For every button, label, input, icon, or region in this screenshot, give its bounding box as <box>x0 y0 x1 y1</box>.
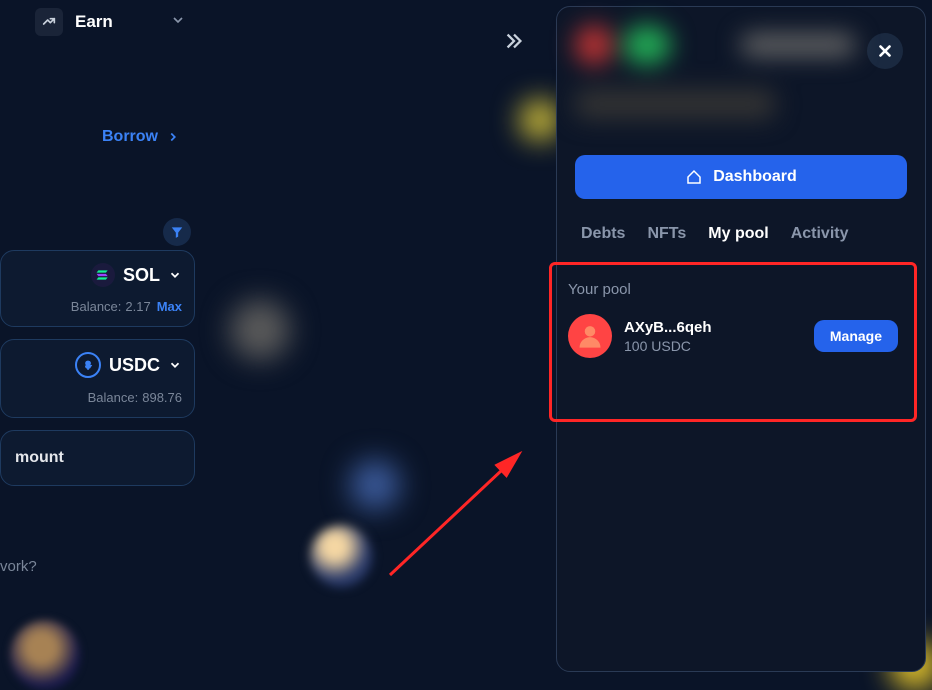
dashboard-button[interactable]: Dashboard <box>575 155 907 199</box>
chevron-down-icon[interactable] <box>168 358 182 372</box>
home-icon <box>685 168 703 186</box>
sol-balance-value: 2.17 <box>125 299 150 314</box>
collapse-button[interactable] <box>503 30 525 57</box>
sol-token-name: SOL <box>123 265 160 286</box>
pool-avatar <box>568 314 612 358</box>
manage-button[interactable]: Manage <box>814 320 898 352</box>
decorative-orb <box>310 525 372 587</box>
top-nav: Earn <box>35 8 186 36</box>
tab-debts[interactable]: Debts <box>581 225 625 243</box>
tab-nfts[interactable]: NFTs <box>647 225 686 243</box>
left-panel: SOL Balance: 2.17 Max $ USDC Balance: 89… <box>0 250 195 486</box>
pool-id: AXyB...6qeh <box>624 319 802 336</box>
tab-mypool[interactable]: My pool <box>708 225 768 243</box>
wallet-header-blurred <box>575 25 855 145</box>
chevron-double-right-icon <box>503 30 525 52</box>
pool-amount: 100 USDC <box>624 338 802 354</box>
close-button[interactable] <box>867 33 903 69</box>
amount-card[interactable]: mount <box>0 430 195 486</box>
earn-nav-label[interactable]: Earn <box>75 12 113 32</box>
chevron-down-icon[interactable] <box>170 12 186 33</box>
amount-label: mount <box>15 449 64 466</box>
filter-icon <box>170 225 184 239</box>
pool-item: AXyB...6qeh 100 USDC Manage <box>568 314 898 358</box>
chevron-right-icon <box>166 130 180 144</box>
decorative-orb <box>10 620 80 690</box>
svg-text:$: $ <box>86 360 91 370</box>
usdc-token-icon: $ <box>75 352 101 378</box>
sol-token-icon <box>91 263 115 287</box>
usdc-token-name: USDC <box>109 355 160 376</box>
panel-tabs: Debts NFTs My pool Activity <box>575 225 907 243</box>
decorative-orb <box>520 100 560 140</box>
person-icon <box>576 322 604 350</box>
your-pool-label: Your pool <box>568 281 898 298</box>
earn-icon-box[interactable] <box>35 8 63 36</box>
dashboard-label: Dashboard <box>713 168 797 186</box>
max-button[interactable]: Max <box>157 299 182 314</box>
filter-button[interactable] <box>163 218 191 246</box>
usdc-balance-value: 898.76 <box>142 390 182 405</box>
decorative-orb <box>350 460 400 510</box>
close-icon <box>876 42 894 60</box>
borrow-link-label: Borrow <box>102 128 158 146</box>
pool-highlight-box: Your pool AXyB...6qeh 100 USDC Manage <box>549 262 917 422</box>
usdc-balance-label: Balance: <box>88 390 139 405</box>
usdc-token-card: $ USDC Balance: 898.76 <box>0 339 195 418</box>
sol-token-card: SOL Balance: 2.17 Max <box>0 250 195 327</box>
work-text: vork? <box>0 558 37 575</box>
sol-balance-label: Balance: <box>71 299 122 314</box>
trend-up-icon <box>41 14 57 30</box>
annotation-arrow <box>380 440 540 590</box>
breadcrumb-borrow[interactable]: Borrow <box>102 128 180 146</box>
decorative-orb <box>230 300 290 360</box>
tab-activity[interactable]: Activity <box>791 225 849 243</box>
chevron-down-icon[interactable] <box>168 268 182 282</box>
